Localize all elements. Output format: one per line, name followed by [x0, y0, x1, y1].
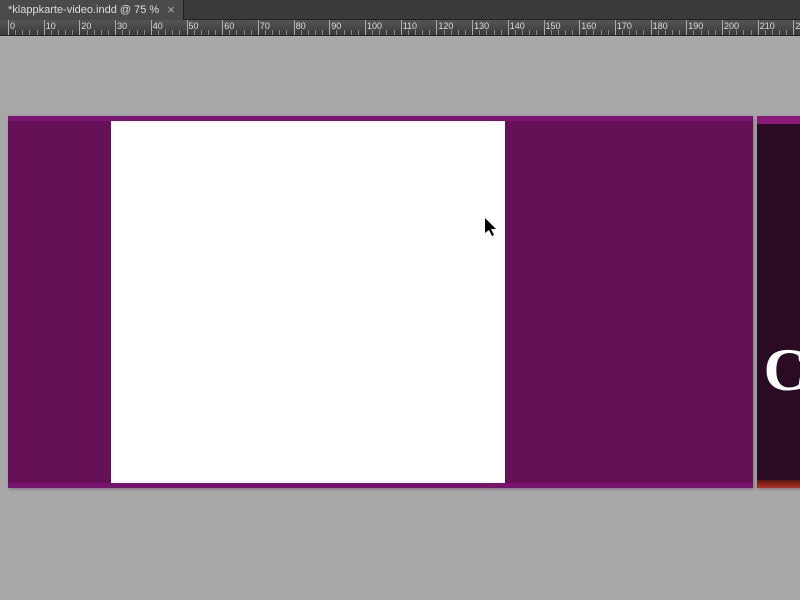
ruler-label: 60 [222, 21, 234, 31]
document-tab-title: *klappkarte-video.indd @ 75 % [8, 4, 159, 16]
left-purple-panel [8, 121, 111, 483]
spread2-bottom-image [757, 480, 800, 488]
ruler-label: 0 [8, 21, 15, 31]
pasteboard[interactable]: C [0, 36, 800, 600]
document-tab[interactable]: *klappkarte-video.indd @ 75 % × [0, 0, 184, 20]
close-icon[interactable]: × [167, 3, 175, 16]
ruler-label: 20 [79, 21, 91, 31]
right-purple-panel [505, 121, 753, 483]
document-tab-bar: *klappkarte-video.indd @ 75 % × [0, 0, 800, 20]
ruler-label: 90 [329, 21, 341, 31]
ruler-label: 220 [793, 21, 800, 31]
ruler-label: 80 [294, 21, 306, 31]
ruler-label: 10 [44, 21, 56, 31]
ruler-label: 30 [115, 21, 127, 31]
center-white-page [111, 121, 505, 483]
horizontal-ruler[interactable]: 0102030405060708090100110120130140150160… [0, 20, 800, 36]
bottom-accent-bar [8, 483, 753, 488]
headline-fragment: C [764, 336, 800, 405]
spread2-top-accent [757, 116, 800, 124]
document-spread-right[interactable]: C [757, 116, 800, 488]
ruler-label: 40 [151, 21, 163, 31]
document-spread-left[interactable] [8, 116, 753, 488]
ruler-label: 70 [258, 21, 270, 31]
ruler-label: 50 [187, 21, 199, 31]
